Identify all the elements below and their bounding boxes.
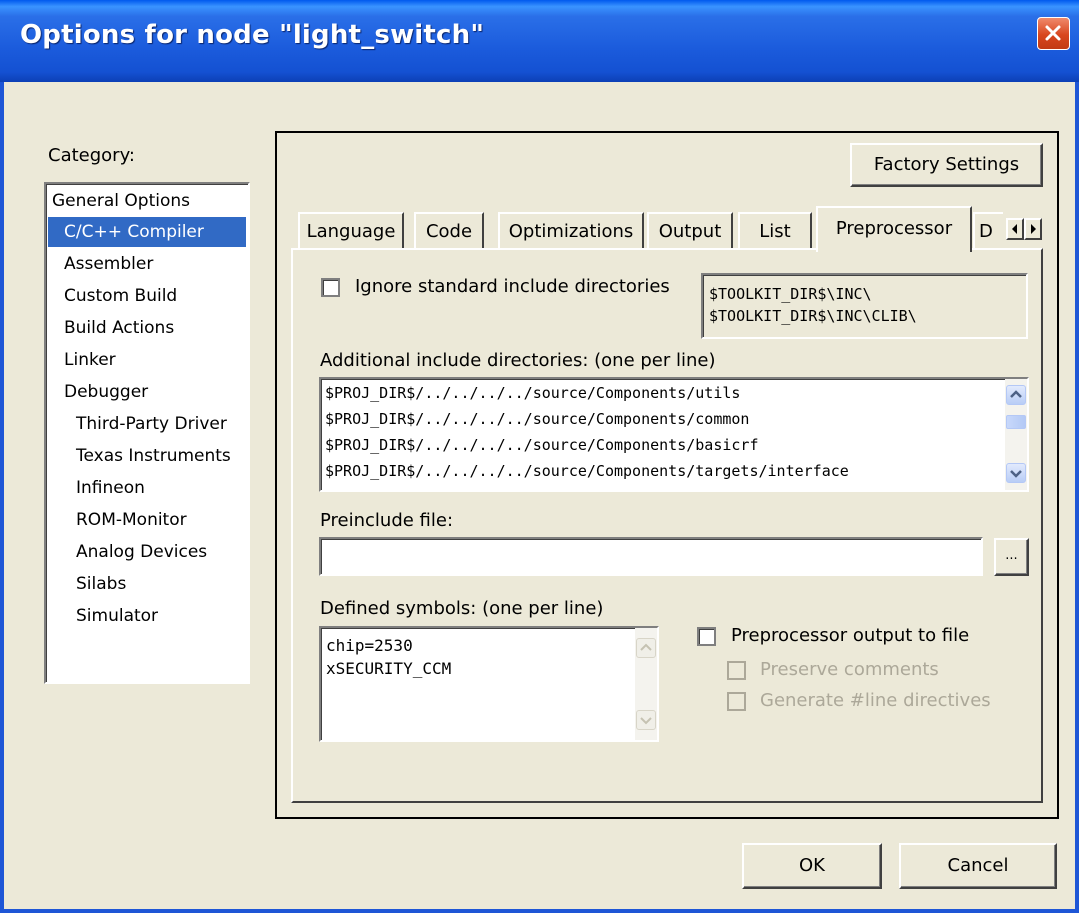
category-item-simulator[interactable]: Simulator [76,601,158,631]
scroll-down-button[interactable] [636,710,656,730]
tab-language[interactable]: Language [298,212,404,248]
tab-list[interactable]: List [738,212,812,248]
cancel-button[interactable]: Cancel [899,843,1057,889]
tab-scroll-right-button[interactable] [1024,218,1042,240]
window-border-bottom [0,909,1079,913]
include-dir-line: $PROJ_DIR$/../../../../source/Components… [325,462,849,480]
include-dirs-scrollbar[interactable] [1005,379,1027,490]
window-border-left [0,82,4,913]
window-title: Options for node "light_switch" [20,20,485,50]
include-dir-line: $PROJ_DIR$/../../../../source/Components… [325,410,750,428]
close-icon [1045,25,1061,41]
generate-line-directives-checkbox[interactable] [727,692,746,711]
ok-button[interactable]: OK [742,843,882,889]
chevron-down-icon [1010,470,1022,478]
tab-code[interactable]: Code [414,212,484,248]
std-include-dir-line: $TOOLKIT_DIR$\INC\CLIB\ [709,307,917,325]
scroll-down-button[interactable] [1006,463,1026,483]
scroll-up-button[interactable] [1006,385,1026,405]
category-item-analog-devices[interactable]: Analog Devices [76,537,207,567]
options-dialog: Options for node "light_switch" Category… [0,0,1079,913]
chevron-up-icon [640,643,652,651]
browse-button[interactable]: ... [994,538,1029,576]
category-item-assembler[interactable]: Assembler [64,249,153,279]
title-bar[interactable]: Options for node "light_switch" [0,0,1079,82]
close-button[interactable] [1037,17,1070,50]
category-item-debugger[interactable]: Debugger [64,377,148,407]
arrow-right-icon [1031,224,1036,234]
defined-symbol-line: xSECURITY_CCM [326,659,452,678]
category-item-general-options[interactable]: General Options [50,186,248,216]
ignore-std-include-checkbox[interactable] [321,278,340,297]
preinclude-file-input[interactable] [319,537,983,576]
arrow-left-icon [1012,224,1017,234]
defined-symbols-scrollbar[interactable] [635,628,657,740]
chevron-down-icon [640,717,652,725]
include-dir-line: $PROJ_DIR$/../../../../source/Components… [325,436,759,454]
category-item-linker[interactable]: Linker [64,345,116,375]
tab-output[interactable]: Output [647,212,733,248]
category-item-silabs[interactable]: Silabs [76,569,126,599]
category-item-c-compiler[interactable]: C/C++ Compiler [48,217,246,247]
scroll-up-button[interactable] [636,638,656,658]
defined-symbols-textarea[interactable]: chip=2530 xSECURITY_CCM [319,626,659,742]
factory-settings-button[interactable]: Factory Settings [850,143,1043,187]
category-list[interactable]: General Options C/C++ Compiler Assembler… [44,182,250,684]
tab-scroll-left-button[interactable] [1006,218,1024,240]
tab-diagnostics[interactable]: D [973,212,1003,248]
category-item-infineon[interactable]: Infineon [76,473,145,503]
category-item-texas-instruments[interactable]: Texas Instruments [76,441,231,471]
std-include-dir-line: $TOOLKIT_DIR$\INC\ [709,285,872,303]
additional-include-dirs-textarea[interactable]: $PROJ_DIR$/../../../../source/Components… [319,377,1029,492]
include-dir-line: $PROJ_DIR$/../../../../source/Components… [325,384,741,402]
category-label: Category: [48,145,135,166]
chevron-up-icon [1010,390,1022,398]
category-item-build-actions[interactable]: Build Actions [64,313,174,343]
category-item-third-party-driver[interactable]: Third-Party Driver [76,409,227,439]
window-border-right [1075,82,1079,913]
scroll-thumb[interactable] [1006,415,1026,429]
category-item-rom-monitor[interactable]: ROM-Monitor [76,505,187,535]
category-item-custom-build[interactable]: Custom Build [64,281,177,311]
preserve-comments-checkbox[interactable] [727,661,746,680]
preprocessor-output-checkbox[interactable] [697,627,716,646]
tab-preprocessor[interactable]: Preprocessor [816,206,972,252]
defined-symbol-line: chip=2530 [326,636,413,655]
tab-optimizations[interactable]: Optimizations [498,212,644,248]
std-include-dirs-field: $TOOLKIT_DIR$\INC\ $TOOLKIT_DIR$\INC\CLI… [701,273,1028,339]
